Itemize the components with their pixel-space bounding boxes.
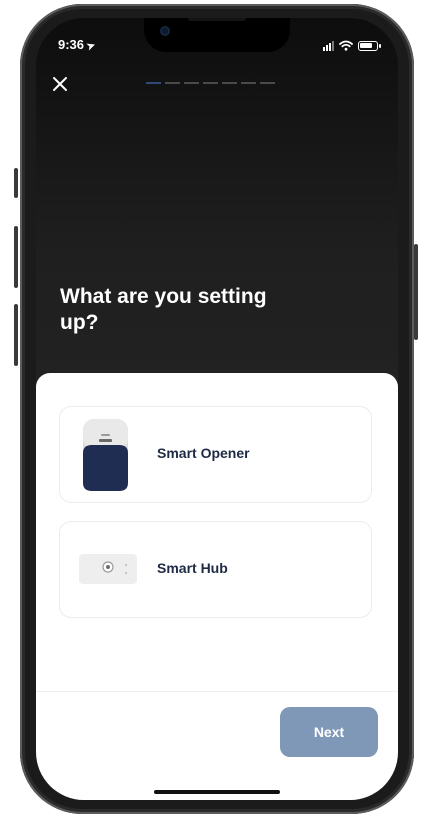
location-arrow-icon: ➤ — [85, 39, 98, 54]
status-icons — [323, 39, 381, 51]
progress-step — [165, 82, 180, 84]
phone-screen: 9:36➤ What are you setting up? Smart Ope… — [36, 18, 398, 800]
progress-step — [260, 82, 275, 84]
phone-power-button — [414, 244, 418, 340]
status-time: 9:36➤ — [58, 37, 98, 54]
smart-opener-device-image — [83, 419, 128, 491]
bottom-sheet: Smart Opener Smart Hub Next — [36, 373, 398, 800]
progress-step — [222, 82, 237, 84]
option-label: Smart Opener — [157, 445, 250, 461]
signal-icon — [323, 41, 334, 51]
wifi-icon — [339, 40, 353, 51]
progress-step — [203, 82, 218, 84]
option-card-smart-opener[interactable]: Smart Opener — [59, 406, 372, 503]
progress-step — [184, 82, 199, 84]
option-card-smart-hub[interactable]: Smart Hub — [59, 521, 372, 618]
phone-silent-switch — [14, 168, 18, 198]
home-indicator[interactable] — [154, 790, 280, 794]
battery-icon — [358, 41, 381, 51]
phone-volume-up-button — [14, 226, 18, 288]
smart-hub-device-image — [79, 554, 137, 584]
notch — [144, 18, 290, 52]
next-button[interactable]: Next — [280, 707, 378, 757]
speaker-grille — [188, 18, 246, 21]
close-icon[interactable] — [50, 74, 70, 94]
page-title: What are you setting up? — [60, 285, 267, 334]
phone-volume-down-button — [14, 304, 18, 366]
progress-indicator — [146, 82, 275, 84]
progress-step — [146, 82, 161, 84]
option-label: Smart Hub — [157, 560, 228, 576]
progress-step — [241, 82, 256, 84]
front-camera — [160, 26, 170, 36]
footer-divider — [36, 691, 398, 692]
